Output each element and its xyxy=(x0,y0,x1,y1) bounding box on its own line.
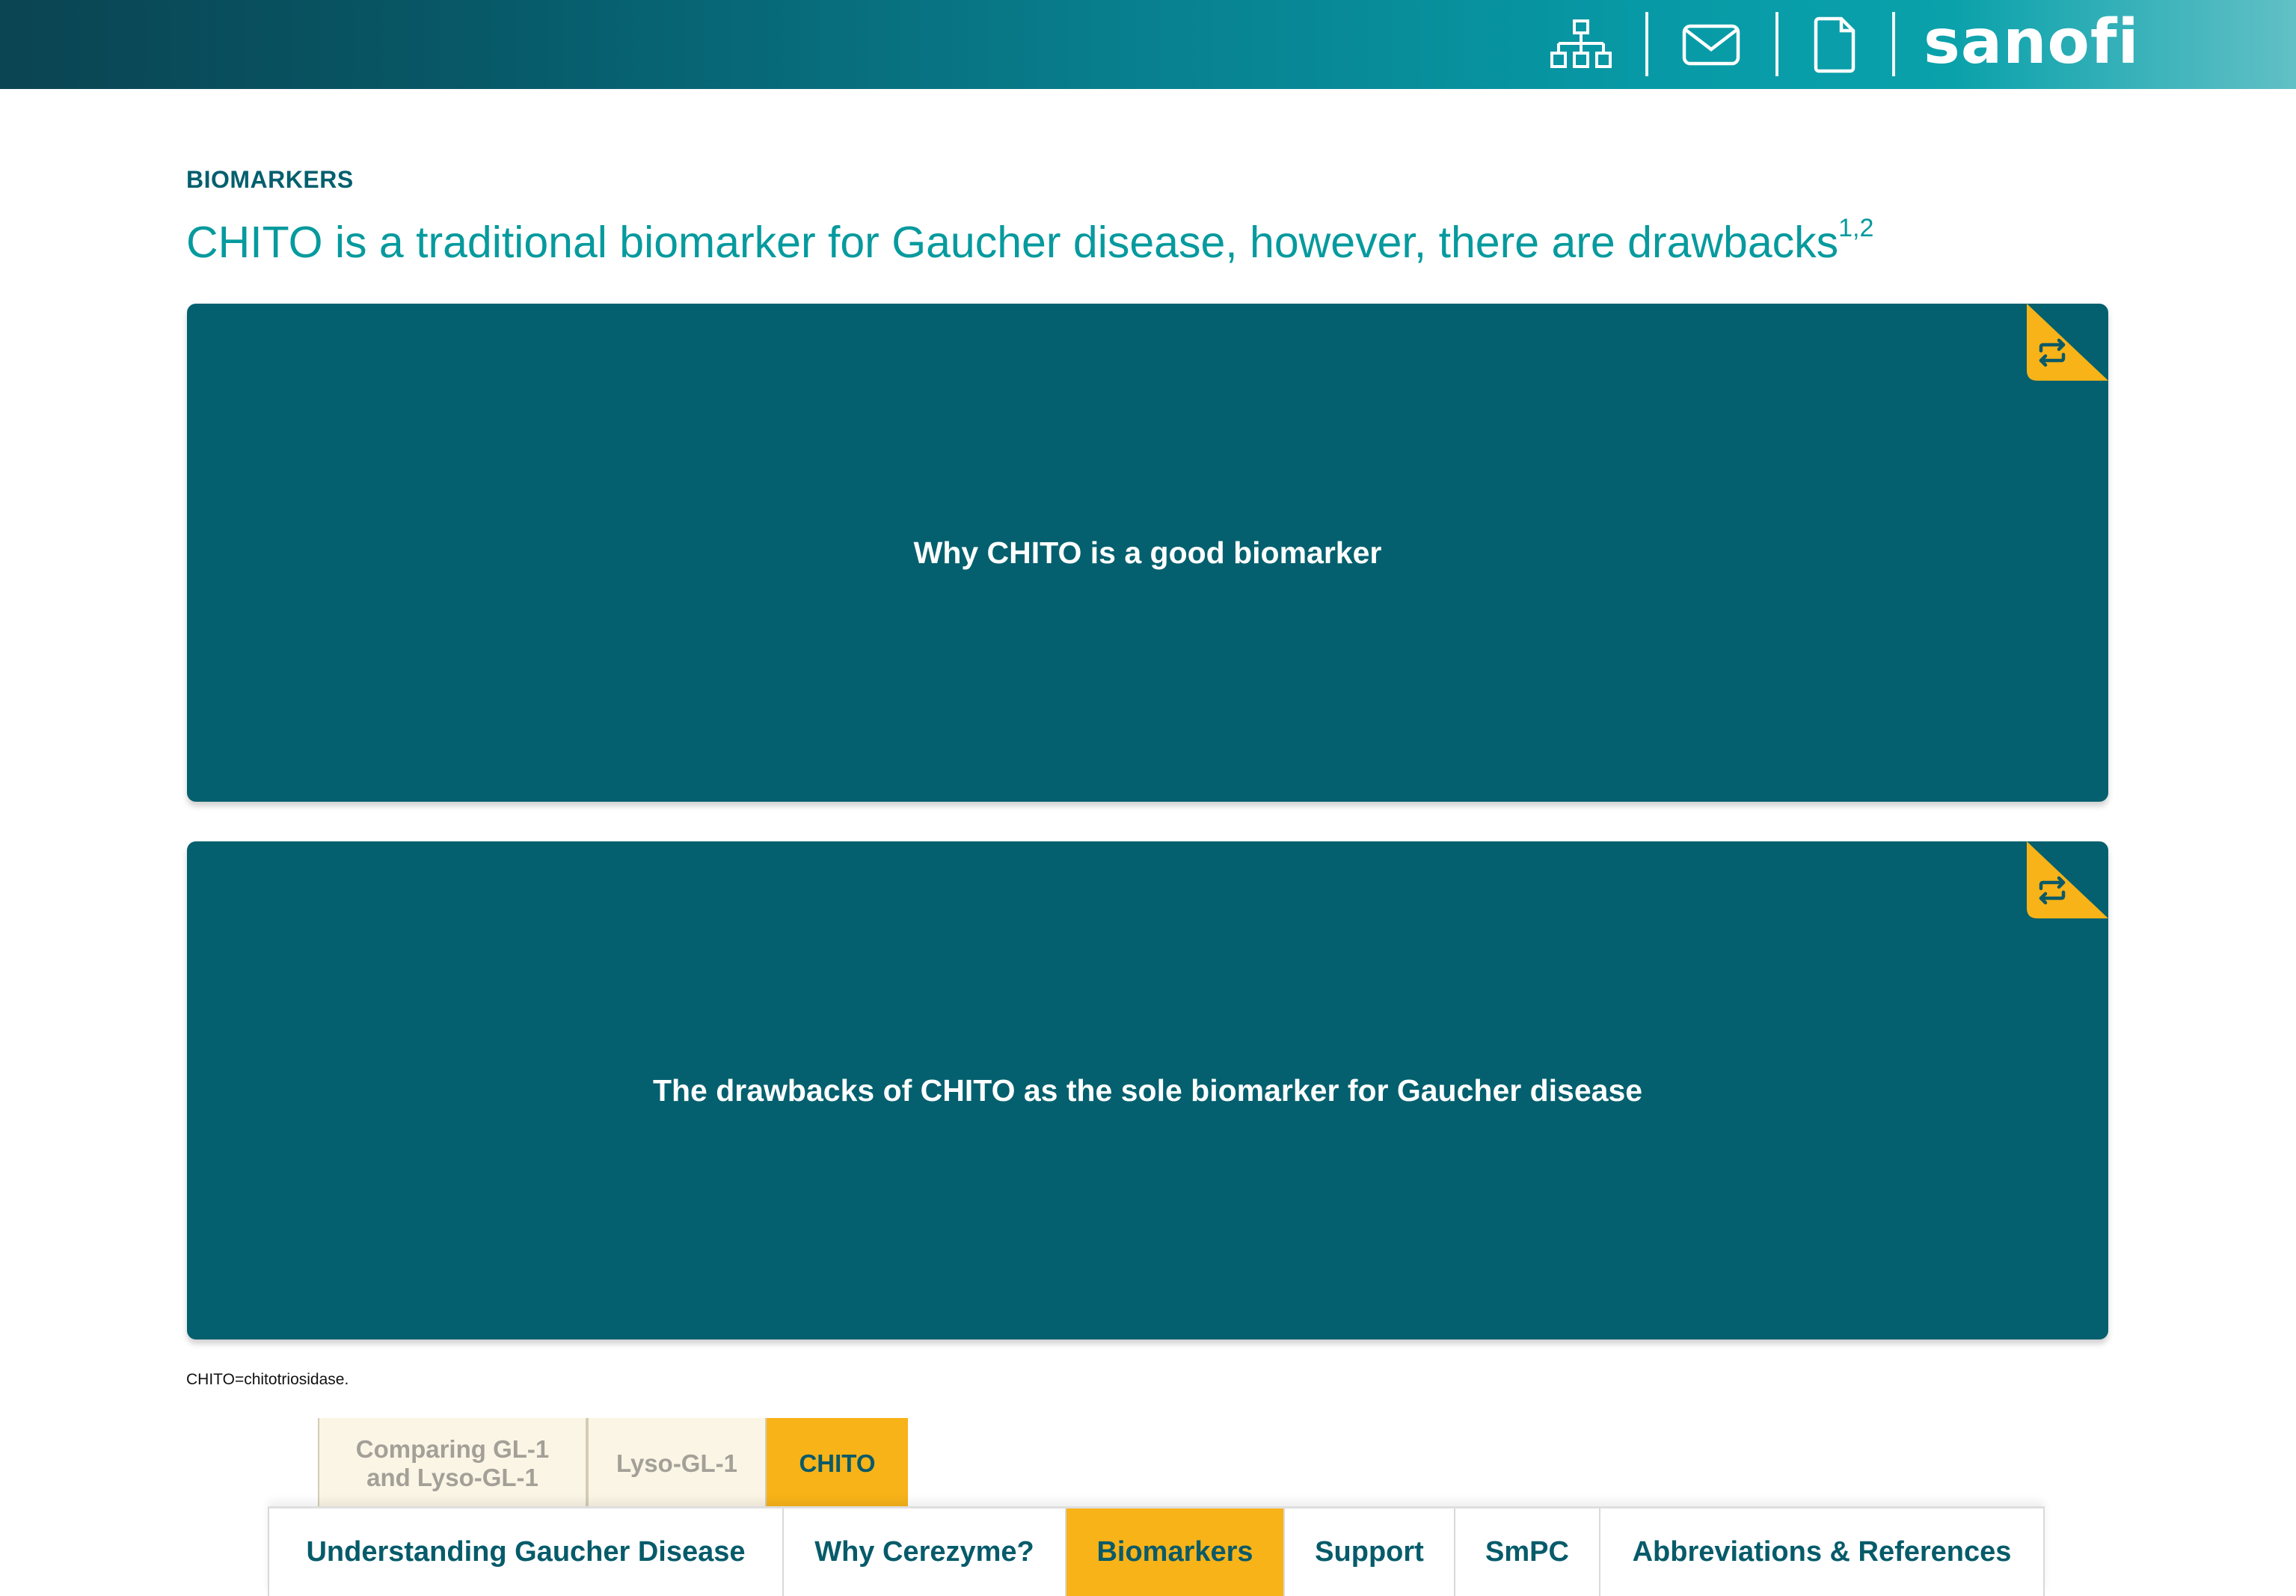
card-title: The drawbacks of CHITO as the sole bioma… xyxy=(652,1072,1643,1108)
nav-support[interactable]: Support xyxy=(1283,1508,1454,1596)
flip-card-chito-drawbacks[interactable]: The drawbacks of CHITO as the sole bioma… xyxy=(187,841,2108,1339)
sanofi-logo[interactable]: sanofi xyxy=(1924,9,2140,76)
page-title: CHITO is a traditional biomarker for Gau… xyxy=(186,214,1873,268)
nav-understanding-gaucher[interactable]: Understanding Gaucher Disease xyxy=(268,1508,782,1596)
sub-navigation: Comparing GL-1 and Lyso-GL-1 Lyso-GL-1 C… xyxy=(318,1418,908,1509)
card-title: Why CHITO is a good biomarker xyxy=(913,535,1382,570)
subtab-comparing-gl1[interactable]: Comparing GL-1 and Lyso-GL-1 xyxy=(318,1418,587,1509)
top-header-bar: sanofi xyxy=(0,0,2296,89)
title-references: 1,2 xyxy=(1838,214,1874,242)
subtab-label: Lyso-GL-1 xyxy=(616,1449,737,1477)
flip-icon[interactable] xyxy=(2027,841,2108,918)
flip-card-why-chito[interactable]: Why CHITO is a good biomarker xyxy=(187,304,2108,802)
mail-icon[interactable] xyxy=(1675,13,1747,76)
abbreviation-footnote: CHITO=chitotriosidase. xyxy=(186,1371,349,1388)
page-title-text: CHITO is a traditional biomarker for Gau… xyxy=(186,218,1839,267)
header-separator xyxy=(1645,12,1648,76)
subtab-chito[interactable]: CHITO xyxy=(767,1418,908,1509)
header-separator xyxy=(1892,12,1895,76)
nav-label: Support xyxy=(1315,1536,1424,1568)
header-separator xyxy=(1775,12,1778,76)
subtab-label: CHITO xyxy=(799,1449,876,1477)
subtab-label: Comparing GL-1 and Lyso-GL-1 xyxy=(355,1435,550,1491)
nav-label: Why Cerezyme? xyxy=(814,1536,1034,1568)
section-label: BIOMARKERS xyxy=(186,166,354,193)
nav-why-cerezyme[interactable]: Why Cerezyme? xyxy=(782,1508,1065,1596)
document-icon[interactable] xyxy=(1802,13,1868,76)
nav-label: SmPC xyxy=(1485,1536,1569,1568)
nav-biomarkers[interactable]: Biomarkers xyxy=(1065,1508,1283,1596)
nav-label: Abbreviations & References xyxy=(1632,1536,2012,1568)
sitemap-icon[interactable] xyxy=(1545,13,1617,76)
nav-abbreviations-references[interactable]: Abbreviations & References xyxy=(1599,1508,2045,1596)
nav-label: Biomarkers xyxy=(1096,1536,1253,1568)
main-navigation: Understanding Gaucher Disease Why Cerezy… xyxy=(268,1506,2045,1596)
nav-smpc[interactable]: SmPC xyxy=(1454,1508,1599,1596)
nav-label: Understanding Gaucher Disease xyxy=(306,1536,746,1568)
subtab-lyso-gl1[interactable]: Lyso-GL-1 xyxy=(587,1418,767,1509)
flip-icon[interactable] xyxy=(2027,304,2108,381)
